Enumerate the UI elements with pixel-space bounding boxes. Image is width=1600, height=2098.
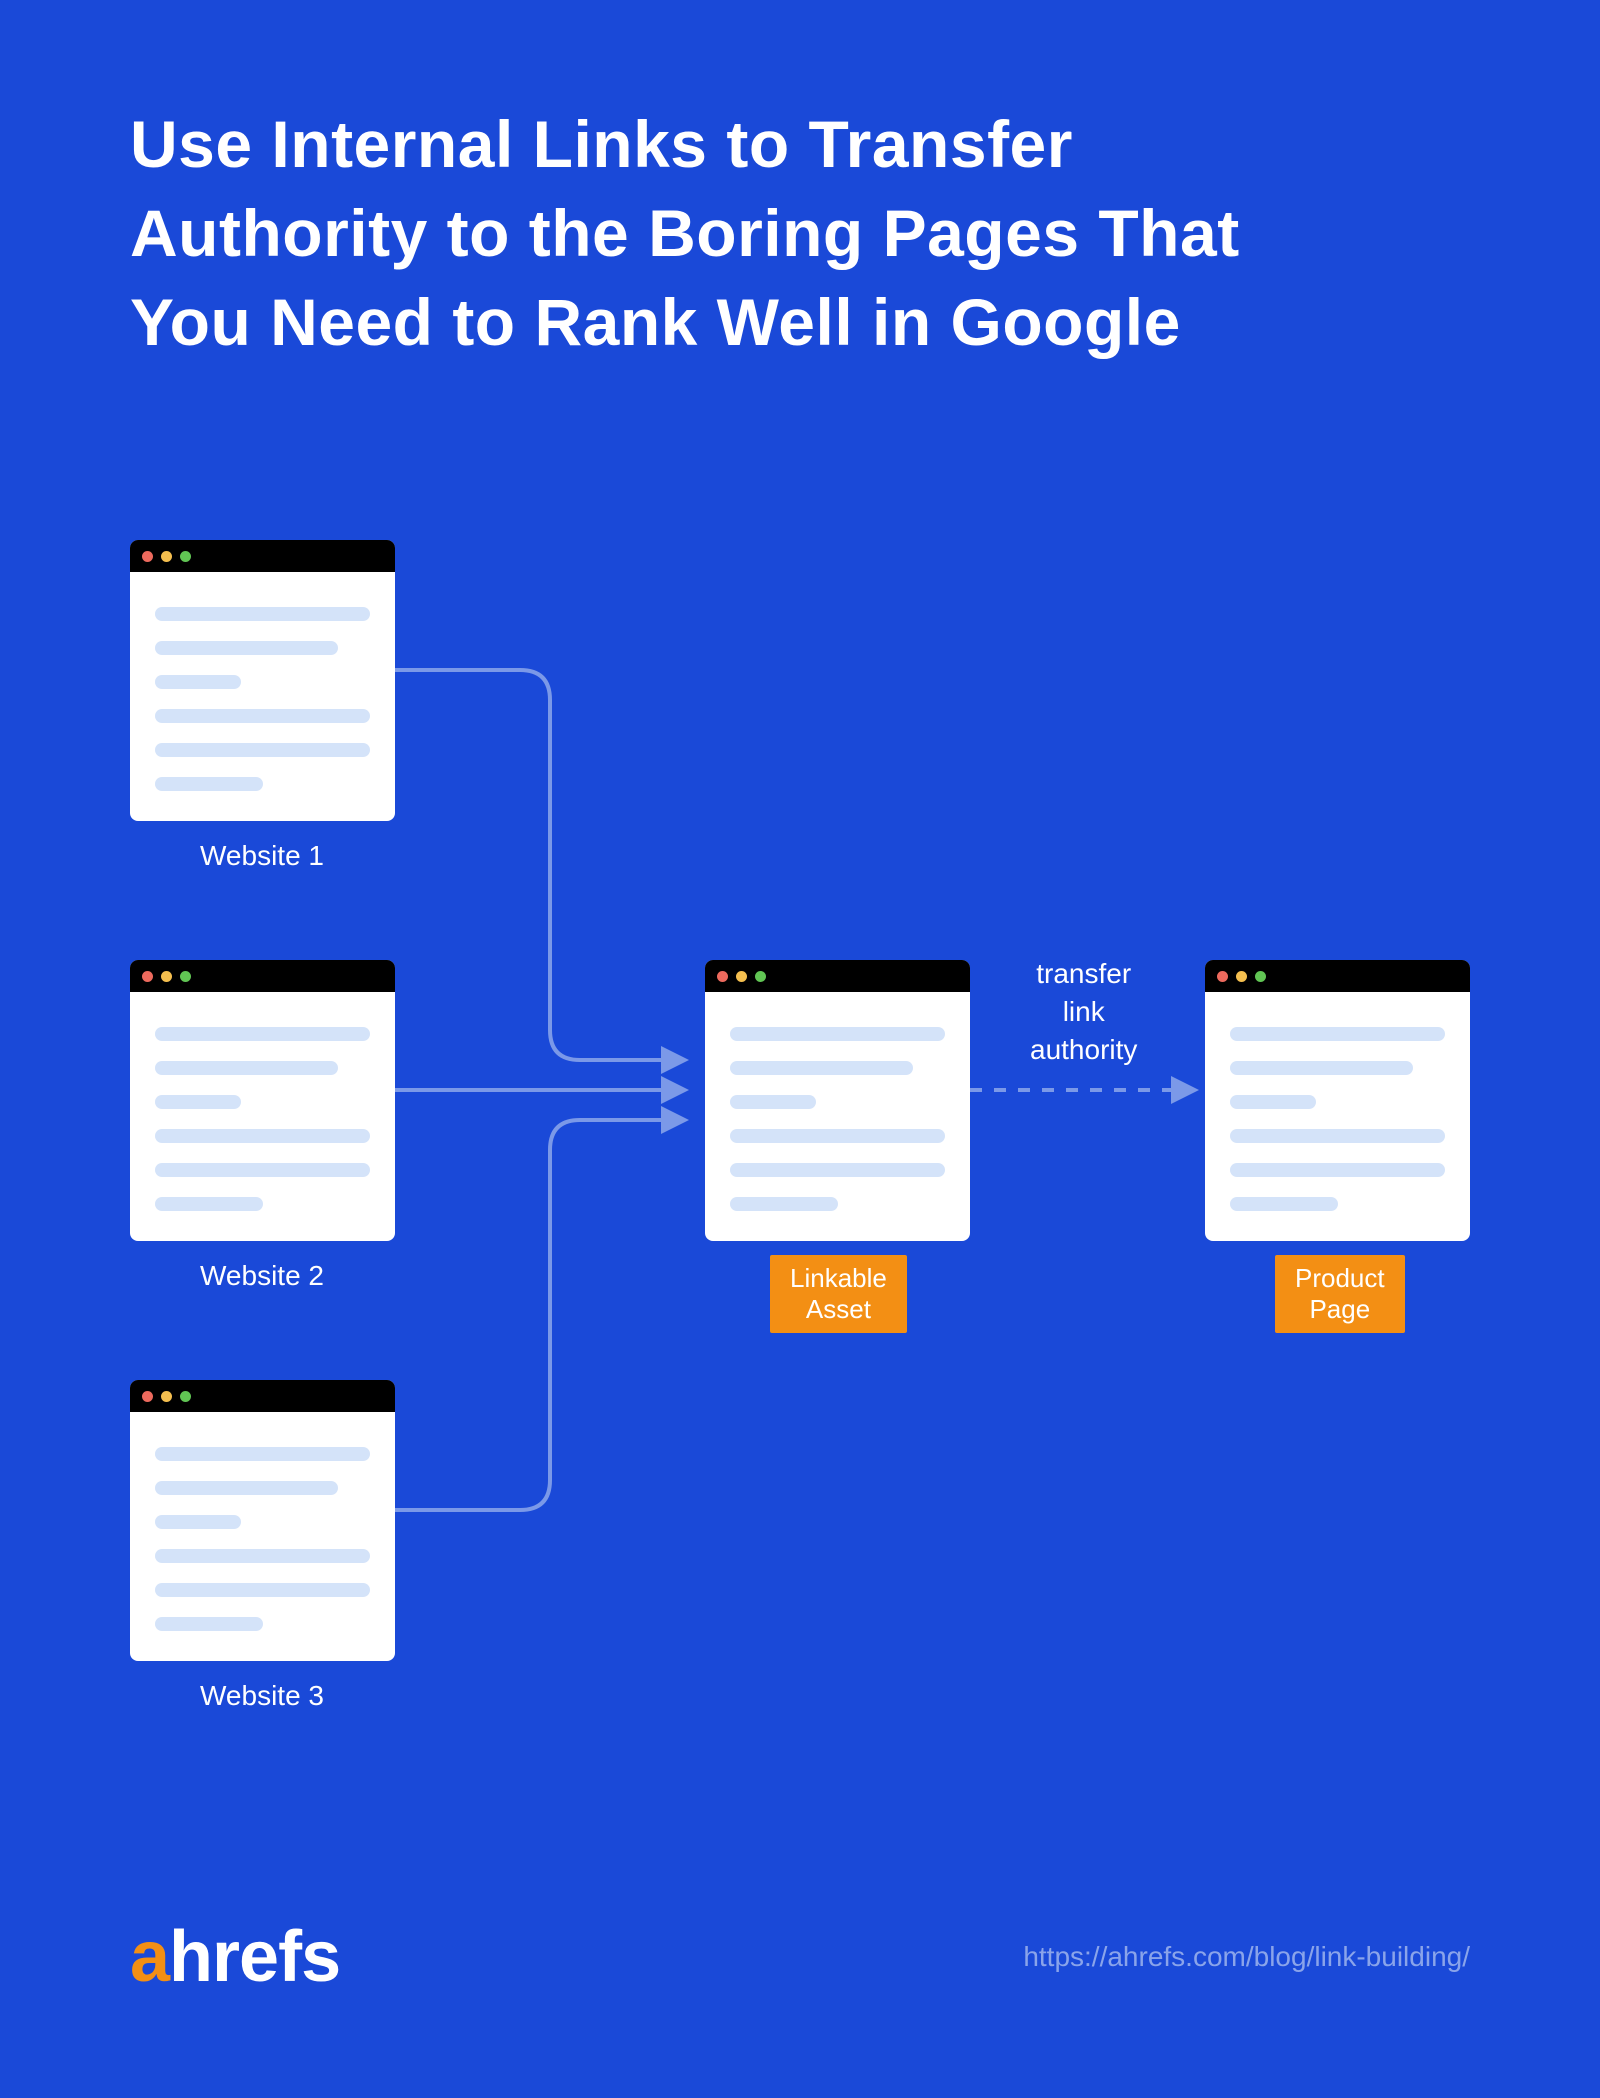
logo-prefix: a <box>130 1916 169 1998</box>
dot-green-icon <box>755 971 766 982</box>
diagram: Website 1 Website 2 Website 3 <box>130 540 1470 1780</box>
product-page-tag: Product Page <box>1275 1255 1405 1333</box>
dot-green-icon <box>1255 971 1266 982</box>
linkable-asset-card <box>705 960 970 1241</box>
window-bar <box>130 540 395 572</box>
dot-yellow-icon <box>1236 971 1247 982</box>
website-3-label: Website 3 <box>200 1680 324 1712</box>
window-bar <box>1205 960 1470 992</box>
dot-green-icon <box>180 551 191 562</box>
dot-yellow-icon <box>161 1391 172 1402</box>
dot-red-icon <box>1217 971 1228 982</box>
website-1-label: Website 1 <box>200 840 324 872</box>
logo-rest: hrefs <box>169 1916 340 1998</box>
dot-red-icon <box>142 1391 153 1402</box>
dot-green-icon <box>180 1391 191 1402</box>
linkable-asset-tag: Linkable Asset <box>770 1255 907 1333</box>
dot-green-icon <box>180 971 191 982</box>
window-bar <box>705 960 970 992</box>
website-2-label: Website 2 <box>200 1260 324 1292</box>
product-page-card <box>1205 960 1470 1241</box>
website-2-card <box>130 960 395 1241</box>
dot-yellow-icon <box>161 971 172 982</box>
transfer-label: transfer link authority <box>1030 955 1137 1068</box>
ahrefs-logo: ahrefs <box>130 1916 340 1998</box>
window-bar <box>130 1380 395 1412</box>
dot-red-icon <box>142 551 153 562</box>
footer: ahrefs https://ahrefs.com/blog/link-buil… <box>130 1916 1470 1998</box>
website-3-card <box>130 1380 395 1661</box>
footer-url: https://ahrefs.com/blog/link-building/ <box>1023 1941 1470 1973</box>
dot-red-icon <box>717 971 728 982</box>
page-title: Use Internal Links to Transfer Authority… <box>130 100 1330 367</box>
dot-yellow-icon <box>161 551 172 562</box>
dot-yellow-icon <box>736 971 747 982</box>
website-1-card <box>130 540 395 821</box>
dot-red-icon <box>142 971 153 982</box>
window-bar <box>130 960 395 992</box>
